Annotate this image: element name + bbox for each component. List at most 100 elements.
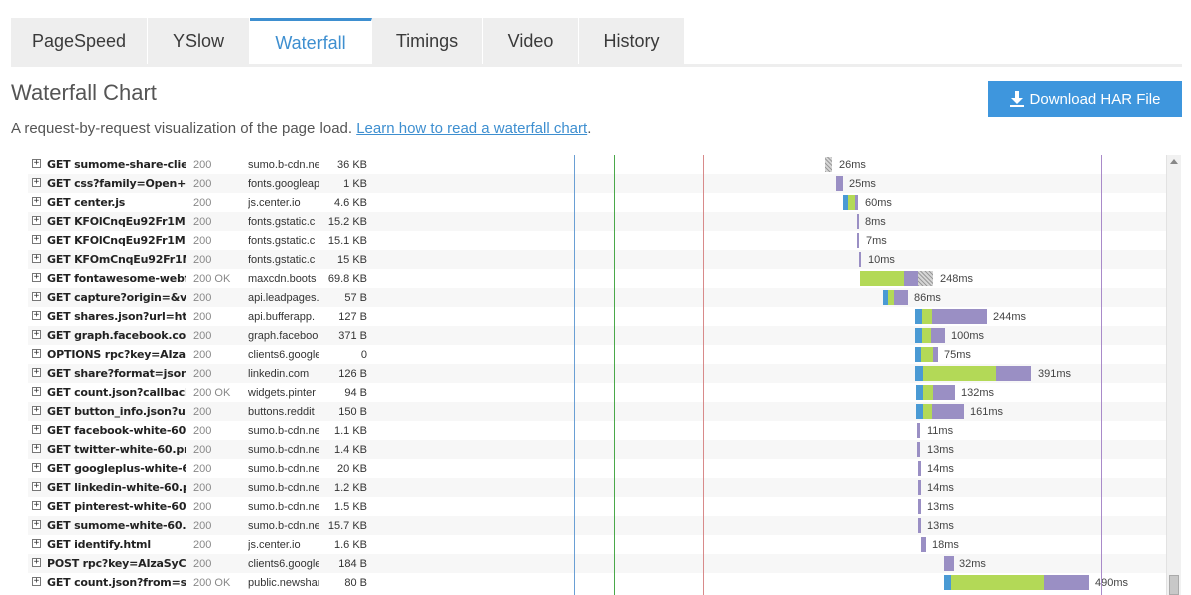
request-row[interactable]: + POST rpc?key=AIzaSyCM 200 clients6.google…	[28, 554, 1166, 573]
request-duration: 13ms	[927, 444, 954, 456]
request-status: 200	[193, 254, 212, 266]
wait-segment	[894, 290, 908, 305]
tab-video[interactable]: Video	[483, 18, 579, 65]
receive-segment	[918, 271, 933, 286]
request-duration: 18ms	[932, 539, 959, 551]
request-row[interactable]: + GET count.json?from=su 200 OK public.news…	[28, 573, 1166, 592]
request-row[interactable]: + GET sumome-white-60.p 200 sumo.b-cdn.ne 15…	[28, 516, 1166, 535]
wait-segment	[932, 404, 964, 419]
receive-segment	[825, 157, 832, 172]
request-row[interactable]: + GET center.js 200 js.center.io 4.6 KB 60ms	[28, 193, 1166, 212]
request-size: 57 B	[344, 292, 367, 304]
expand-icon[interactable]: +	[32, 254, 41, 263]
request-row[interactable]: + GET KFOlCnqEu92Fr1MmV 200 fonts.gstatic.c…	[28, 231, 1166, 250]
request-row[interactable]: + GET count.json?callback: 200 OK widgets.p…	[28, 383, 1166, 402]
expand-icon[interactable]: +	[32, 159, 41, 168]
request-domain: sumo.b-cdn.ne	[248, 159, 319, 171]
scroll-up-icon[interactable]	[1170, 159, 1178, 164]
request-row[interactable]: + GET facebook-white-60.p 200 sumo.b-cdn.ne…	[28, 421, 1166, 440]
marker-line-dom-loaded	[703, 155, 704, 595]
wait-segment	[918, 480, 921, 495]
request-duration: 26ms	[839, 159, 866, 171]
request-row[interactable]: + GET googleplus-white-60 200 sumo.b-cdn.ne…	[28, 459, 1166, 478]
request-duration: 7ms	[866, 235, 887, 247]
request-url: GET twitter-white-60.pn	[47, 443, 186, 456]
tab-yslow[interactable]: YSlow	[148, 18, 250, 65]
request-row[interactable]: + GET KFOmCnqEu92Fr1Mu 200 fonts.gstatic.c 1…	[28, 250, 1166, 269]
request-row[interactable]: + GET css?family=Open+S 200 fonts.googleap 1…	[28, 174, 1166, 193]
expand-icon[interactable]: +	[32, 311, 41, 320]
marker-line-start-render	[574, 155, 575, 595]
scroll-thumb[interactable]	[1169, 575, 1179, 595]
request-row[interactable]: + OPTIONS rpc?key=AIzaS 200 clients6.google…	[28, 345, 1166, 364]
download-har-button[interactable]: Download HAR File	[988, 81, 1182, 117]
request-domain: fonts.gstatic.c	[248, 235, 316, 247]
dns-segment	[916, 385, 923, 400]
request-url: GET KFOlCnqEu92Fr1MmI	[47, 215, 186, 228]
request-duration: 13ms	[927, 501, 954, 513]
request-status: 200	[193, 292, 212, 304]
request-size: 15.2 KB	[327, 216, 367, 228]
connect-segment	[922, 328, 931, 343]
expand-icon[interactable]: +	[32, 539, 41, 548]
request-row[interactable]: + GET capture?origin=&ve 200 api.leadpages.…	[28, 288, 1166, 307]
expand-icon[interactable]: +	[32, 558, 41, 567]
request-duration: 10ms	[868, 254, 895, 266]
wait-segment	[918, 499, 921, 514]
wait-segment	[917, 423, 920, 438]
request-duration: 100ms	[951, 330, 985, 342]
expand-icon[interactable]: +	[32, 577, 41, 586]
request-url: OPTIONS rpc?key=AIzaS	[47, 348, 186, 361]
expand-icon[interactable]: +	[32, 406, 41, 415]
tab-history[interactable]: History	[579, 18, 685, 65]
expand-icon[interactable]: +	[32, 444, 41, 453]
request-url: GET identify.html	[47, 538, 151, 551]
expand-icon[interactable]: +	[32, 216, 41, 225]
request-row[interactable]: + GET pinterest-white-60.p 200 sumo.b-cdn.n…	[28, 497, 1166, 516]
expand-icon[interactable]: +	[32, 273, 41, 282]
request-row[interactable]: + GET identify.html 200 js.center.io 1.6 KB 1…	[28, 535, 1166, 554]
expand-icon[interactable]: +	[32, 235, 41, 244]
request-row[interactable]: + GET share?format=jsonp 200 linkedin.com 12…	[28, 364, 1166, 383]
tab-timings[interactable]: Timings	[372, 18, 483, 65]
connect-segment	[923, 385, 933, 400]
expand-icon[interactable]: +	[32, 178, 41, 187]
request-domain: api.bufferapp.	[248, 311, 316, 323]
request-row[interactable]: + GET KFOlCnqEu92Fr1MmI 200 fonts.gstatic.c…	[28, 212, 1166, 231]
request-status: 200 OK	[193, 387, 231, 399]
expand-icon[interactable]: +	[32, 482, 41, 491]
request-size: 1 KB	[343, 178, 367, 190]
learn-waterfall-link[interactable]: Learn how to read a waterfall chart	[356, 120, 587, 137]
expand-icon[interactable]: +	[32, 463, 41, 472]
request-row[interactable]: + GET button_info.json?url 200 buttons.redd…	[28, 402, 1166, 421]
expand-icon[interactable]: +	[32, 292, 41, 301]
expand-icon[interactable]: +	[32, 330, 41, 339]
request-row[interactable]: + GET graph.facebook.com 200 graph.faceboo 3…	[28, 326, 1166, 345]
wait-segment	[918, 518, 921, 533]
waterfall-scrollbar[interactable]	[1166, 155, 1181, 595]
request-duration: 86ms	[914, 292, 941, 304]
request-status: 200	[193, 406, 212, 418]
request-size: 80 B	[344, 577, 367, 589]
expand-icon[interactable]: +	[32, 349, 41, 358]
request-row[interactable]: + GET sumome-share-clier 200 sumo.b-cdn.ne 3…	[28, 155, 1166, 174]
request-row[interactable]: + GET twitter-white-60.pn 200 sumo.b-cdn.ne…	[28, 440, 1166, 459]
request-size: 127 B	[338, 311, 367, 323]
tab-waterfall[interactable]: Waterfall	[250, 18, 372, 65]
expand-icon[interactable]: +	[32, 197, 41, 206]
expand-icon[interactable]: +	[32, 368, 41, 377]
request-row[interactable]: + GET fontawesome-webfc 200 OK maxcdn.boots…	[28, 269, 1166, 288]
expand-icon[interactable]: +	[32, 387, 41, 396]
expand-icon[interactable]: +	[32, 425, 41, 434]
expand-icon[interactable]: +	[32, 501, 41, 510]
expand-icon[interactable]: +	[32, 520, 41, 529]
request-duration: 248ms	[940, 273, 974, 285]
request-duration: 14ms	[927, 482, 954, 494]
request-size: 15 KB	[337, 254, 367, 266]
request-row[interactable]: + GET linkedin-white-60.pn 200 sumo.b-cdn.n…	[28, 478, 1166, 497]
request-row[interactable]: + GET shares.json?url=htt 200 api.bufferapp…	[28, 307, 1166, 326]
request-status: 200	[193, 311, 212, 323]
tab-pagespeed[interactable]: PageSpeed	[11, 18, 148, 65]
wait-segment	[859, 252, 861, 267]
connect-segment	[923, 366, 996, 381]
